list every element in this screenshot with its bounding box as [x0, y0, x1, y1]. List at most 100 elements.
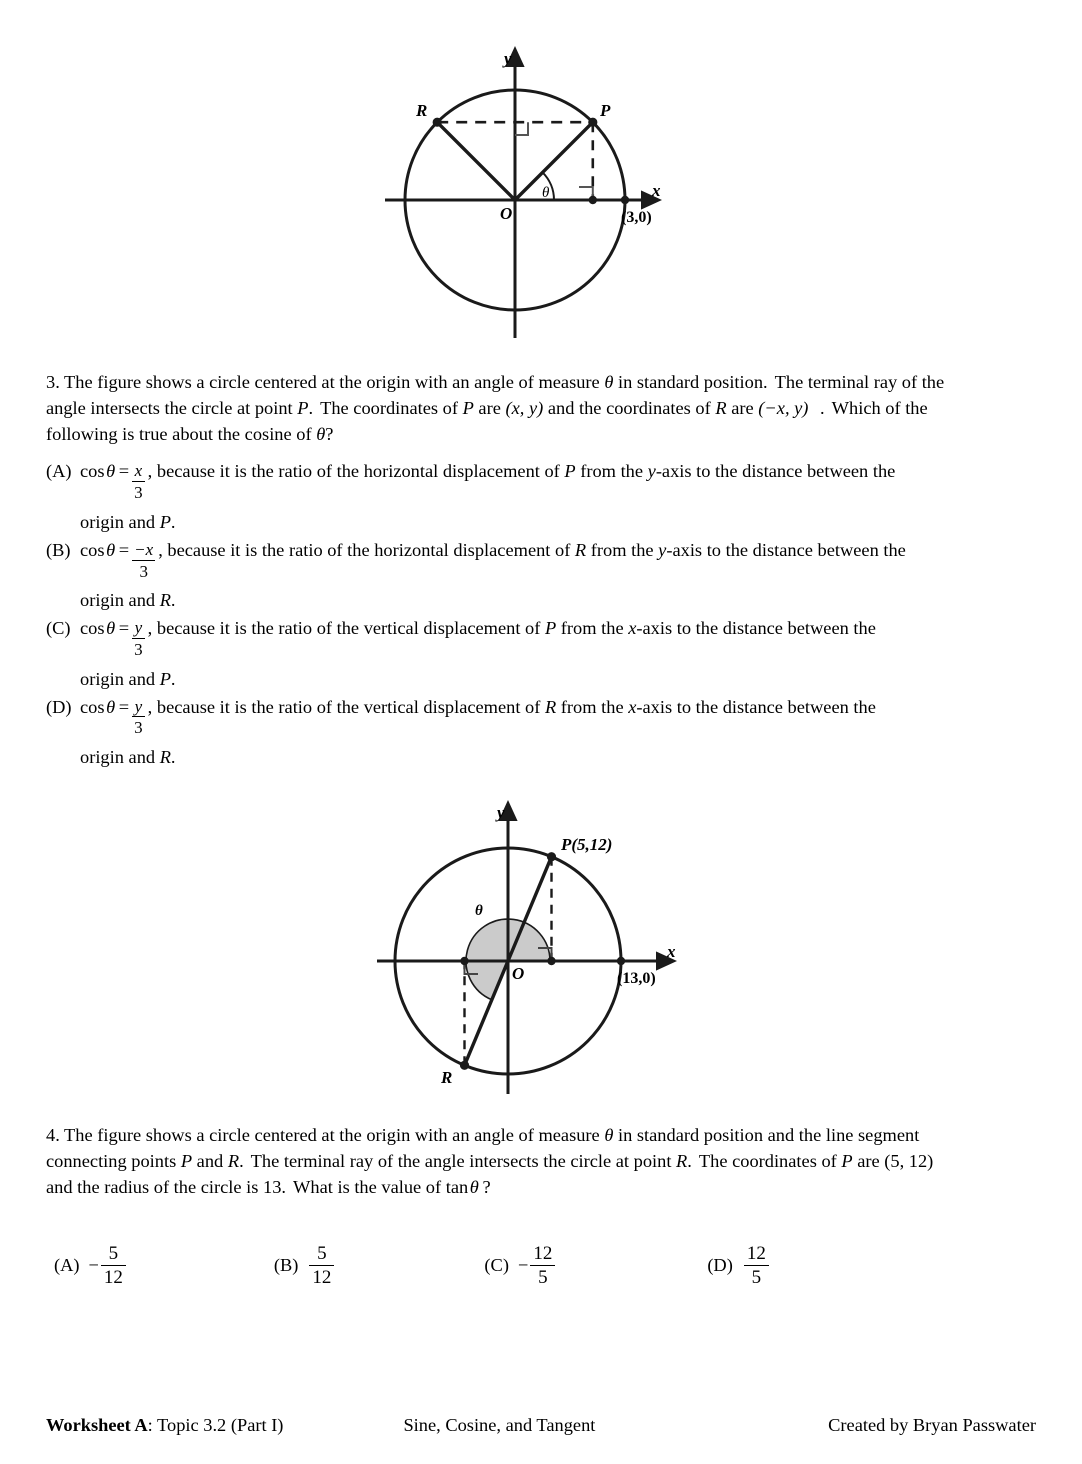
choice-4-B-label: (B) — [273, 1255, 299, 1276]
choice-3-D-expr-lead: cos θ = — [80, 696, 130, 717]
question-3-choices: (A) cos θ = x 3 , because it is the rati… — [46, 461, 1036, 768]
question-4-choices: (A) − 5 12 (B) 5 12 (C) − 12 5 (D) 12 5 — [46, 1244, 1036, 1287]
foot-of-perpendicular-dot — [588, 195, 597, 205]
choice-3-A-reason: , because it is the ratio of the horizon… — [147, 461, 896, 482]
choice-4-A-sign: − — [88, 1255, 99, 1276]
choice-4-A-label: (A) — [54, 1255, 80, 1276]
figure-2-point-R-label: R — [440, 1068, 452, 1087]
figure-2-circle-radius-13: x y O P(5,12) R θ (13,0) — [377, 799, 677, 1094]
right-angle-marker-y-axis — [515, 122, 529, 136]
point-3-0-dot — [620, 195, 630, 205]
choice-3-A-expr-lead: cos θ = — [80, 461, 130, 482]
choice-3-B-denominator: 3 — [132, 559, 156, 582]
choice-3-D-continuation: origin and R. — [80, 746, 176, 767]
point-13-0-dot — [616, 956, 626, 966]
point-R-dot — [432, 117, 442, 127]
choice-4-B-numerator: 5 — [317, 1243, 327, 1265]
point-P-dot — [588, 117, 598, 127]
figure-1-unit-circle: x y O P R θ (3,0) — [385, 46, 662, 338]
choice-3-A-continuation: origin and P. — [80, 511, 176, 532]
choice-4-C-numerator: 12 — [533, 1243, 553, 1265]
choice-3-B-expr-lead: cos θ = — [80, 539, 130, 560]
choice-3-D[interactable]: (D) cos θ = y 3 , because it is the rati… — [46, 697, 1036, 768]
question-3-text: 3. The figure shows a circle centered at… — [46, 369, 1036, 447]
footer-left: Worksheet A: Topic 3.2 (Part I) — [46, 1415, 283, 1436]
choice-3-C-fraction: y 3 — [132, 619, 145, 659]
footer-author-credit: Created by Bryan Passwater — [828, 1415, 1036, 1435]
choice-4-D-numerator: 12 — [746, 1243, 766, 1265]
question-3-line-3: following is true about the cosine of θ? — [46, 424, 334, 445]
choice-3-B[interactable]: (B) cos θ = −x 3 , because it is the rat… — [46, 540, 1036, 611]
choice-4-C-denominator: 5 — [530, 1265, 556, 1287]
figure-1-point-R-label: R — [415, 101, 427, 120]
choice-4-D-label: (D) — [707, 1255, 733, 1276]
choice-3-C-expr-lead: cos θ = — [80, 618, 130, 639]
foot-of-perpendicular-R-dot — [460, 956, 469, 966]
choice-3-A-label: (A) — [46, 461, 72, 482]
choice-3-D-label: (D) — [46, 696, 72, 717]
figure-2-x-axis-label: x — [666, 942, 676, 961]
question-4-line-2: connecting points P and R. The terminal r… — [46, 1151, 934, 1172]
choice-3-D-denominator: 3 — [132, 716, 145, 738]
point-P-dot — [546, 852, 557, 862]
foot-of-perpendicular-P-dot — [547, 956, 556, 966]
choice-4-C[interactable]: (C) − 12 5 — [484, 1243, 556, 1287]
choice-3-D-fraction: y 3 — [132, 696, 145, 738]
choice-3-A-numerator: x — [134, 461, 143, 481]
footer-center-title: Sine, Cosine, and Tangent — [403, 1415, 596, 1435]
figure-2-container: x y O P(5,12) R θ (13,0) — [46, 798, 1036, 1098]
question-3-line-1: 3. The figure shows a circle centered at… — [46, 372, 945, 392]
figure-1-point-P-label: P — [599, 101, 611, 120]
choice-3-B-numerator: −x — [134, 539, 154, 559]
figure-2-x-intercept-label: (13,0) — [617, 970, 656, 987]
footer-topic-label: : Topic 3.2 (Part I) — [147, 1415, 284, 1435]
choice-3-B-fraction: −x 3 — [132, 539, 156, 582]
choice-3-C-continuation: origin and P. — [80, 668, 176, 689]
figure-1-x-axis-label: x — [651, 181, 661, 200]
figure-1-angle-theta-label: θ — [542, 185, 550, 201]
choice-3-C-label: (C) — [46, 618, 71, 639]
choice-3-D-numerator: y — [134, 696, 143, 716]
choice-4-B-denominator: 12 — [309, 1265, 335, 1287]
choice-3-D-reason: , because it is the ratio of the vertica… — [147, 696, 876, 717]
figure-1-y-axis-label: y — [502, 49, 512, 68]
point-R-dot — [459, 1060, 470, 1070]
choice-4-A-numerator: 5 — [108, 1243, 119, 1265]
choice-3-B-label: (B) — [46, 539, 71, 560]
choice-3-C-denominator: 3 — [132, 638, 145, 659]
figure-2-angle-theta-label: θ — [475, 903, 483, 919]
figure-1-origin-label: O — [500, 204, 512, 223]
figure-1-x-intercept-label: (3,0) — [621, 209, 652, 226]
choice-3-C-reason: , because it is the ratio of the vertica… — [147, 618, 876, 639]
choice-3-C[interactable]: (C) cos θ = y 3 , because it is the rati… — [46, 618, 1036, 689]
page-footer: Worksheet A: Topic 3.2 (Part I) Sine, Co… — [46, 1415, 1036, 1436]
choice-4-D-fraction: 12 5 — [743, 1243, 769, 1287]
choice-4-C-sign: − — [517, 1255, 529, 1276]
footer-worksheet-label: Worksheet A — [46, 1415, 148, 1435]
figure-1-container: x y O P R θ (3,0) — [46, 42, 1036, 347]
choice-4-D-denominator: 5 — [743, 1265, 769, 1287]
choice-3-C-numerator: y — [134, 618, 143, 638]
choice-4-B[interactable]: (B) 5 12 — [274, 1244, 335, 1287]
choice-3-A-fraction: x 3 — [132, 462, 145, 502]
radius-OP — [513, 120, 595, 202]
radius-OR — [435, 120, 517, 202]
choice-3-A-denominator: 3 — [132, 481, 145, 503]
choice-4-A-fraction: 5 12 — [100, 1243, 126, 1287]
question-4-line-1: 4. The figure shows a circle centered at… — [46, 1124, 920, 1145]
choice-4-C-label: (C) — [484, 1255, 509, 1276]
choice-4-D[interactable]: (D) 12 5 — [707, 1244, 769, 1287]
figure-2-origin-label: O — [512, 964, 524, 983]
choice-4-A[interactable]: (A) − 5 12 — [54, 1244, 126, 1287]
choice-3-B-reason: , because it is the ratio of the horizon… — [158, 539, 906, 560]
choice-4-A-denominator: 12 — [100, 1265, 126, 1287]
choice-4-B-fraction: 5 12 — [309, 1243, 335, 1287]
choice-3-B-continuation: origin and R. — [80, 590, 176, 611]
question-3-line-2: angle intersects the circle at point P. T… — [46, 398, 928, 419]
choice-4-C-fraction: 12 5 — [530, 1243, 556, 1287]
question-4-line-3: and the radius of the circle is 13. What … — [46, 1177, 491, 1198]
worksheet-page: x y O P R θ (3,0) 3. The figure shows a … — [0, 42, 1082, 1464]
choice-3-A[interactable]: (A) cos θ = x 3 , because it is the rati… — [46, 461, 1036, 532]
figure-2-y-axis-label: y — [495, 803, 505, 822]
question-4-text: 4. The figure shows a circle centered at… — [46, 1122, 1036, 1200]
